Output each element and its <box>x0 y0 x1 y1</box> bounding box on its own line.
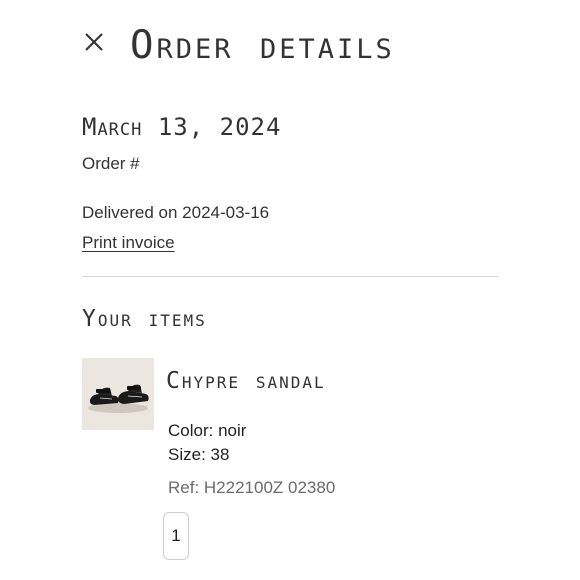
delivery-status: Delivered on 2024-03-16 <box>82 203 270 222</box>
order-number-label: Order # <box>82 154 140 173</box>
close-icon <box>85 33 103 51</box>
quantity-box[interactable]: 1 <box>163 512 189 560</box>
print-invoice-link[interactable]: Print invoice <box>82 232 175 254</box>
product-name[interactable]: Chypre sandal <box>166 366 326 396</box>
product-size: Size: 38 <box>168 445 230 464</box>
your-items-heading: Your items <box>82 306 207 332</box>
product-color: Color: noir <box>168 421 247 440</box>
page-title: Order details <box>130 23 395 68</box>
quantity-value: 1 <box>171 526 181 545</box>
section-divider <box>82 276 498 277</box>
order-number: Order # <box>82 153 184 175</box>
product-image[interactable] <box>82 358 154 430</box>
close-button[interactable] <box>80 28 108 56</box>
product-reference: Ref: H222100Z 02380 <box>168 478 336 497</box>
sandal-icon <box>82 358 154 430</box>
order-date: March 13, 2024 <box>82 113 282 141</box>
